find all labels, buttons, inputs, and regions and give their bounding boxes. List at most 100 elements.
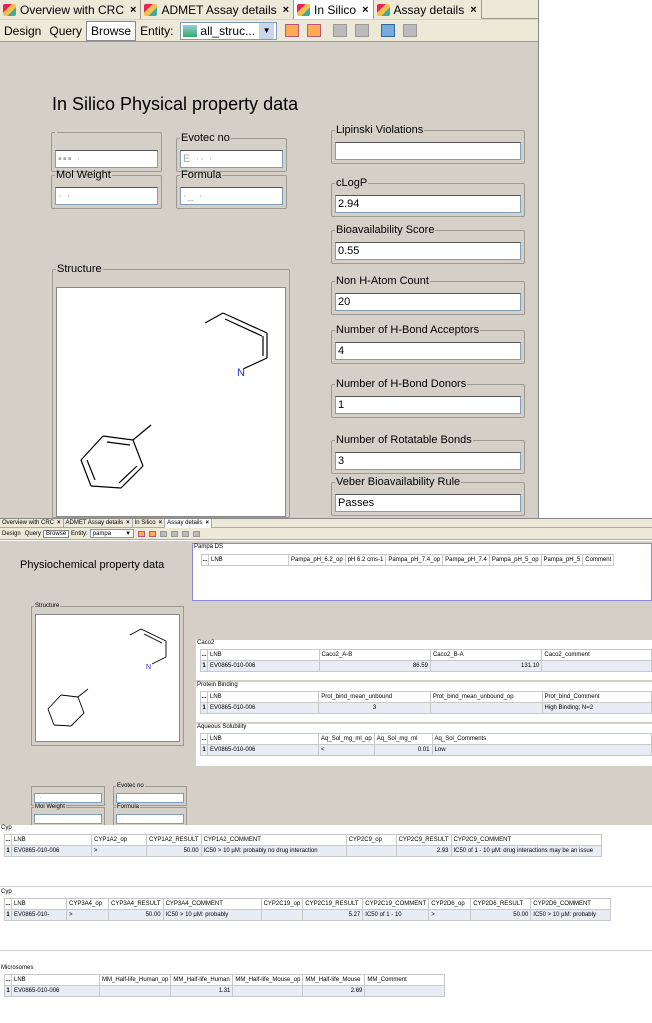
veber-field[interactable]: Passes xyxy=(335,494,521,512)
cell-lnb[interactable]: EV0865-010-006 xyxy=(206,660,320,672)
cell-lnb[interactable]: EV0865-010-006 xyxy=(206,744,320,756)
cell-cyp2c9-comment[interactable]: IC50 of 1 - 10 µM: drug interactions may… xyxy=(450,845,602,857)
col-cyp2d6-op[interactable]: CYP2D6_op xyxy=(428,898,472,910)
col-mm-mouse-op[interactable]: MM_Half-life_Mouse_op xyxy=(232,974,304,986)
col-caco2-comment[interactable]: Caco2_comment xyxy=(541,649,652,661)
col-caco2-ba[interactable]: Caco2_B-A xyxy=(429,649,543,661)
col-mm-mouse[interactable]: MM_Half-life_Mouse xyxy=(302,974,366,986)
grid-red-icon[interactable] xyxy=(307,24,322,37)
cyp-grid-2[interactable]: ... LNB CYP3A4_op CYP3A4_RESULT CYP3A4_COMME… xyxy=(4,898,612,921)
cell-mm-human[interactable]: 1.31 xyxy=(170,985,234,997)
browse-button[interactable]: Browse xyxy=(43,529,70,538)
query-button[interactable]: Query xyxy=(23,531,43,537)
col-lnb[interactable]: LNB xyxy=(206,691,320,703)
col-mm-human-op[interactable]: MM_Half-life_Human_op xyxy=(98,974,172,986)
bioavailability-field[interactable]: 0.55 xyxy=(335,242,521,260)
find-icon[interactable] xyxy=(171,530,179,537)
cell-mm-mouse-op[interactable] xyxy=(232,985,304,997)
close-icon[interactable]: × xyxy=(57,520,61,526)
col-aq-value[interactable]: Aq_Sol_mg_ml xyxy=(373,733,433,745)
cell-cyp1a2-comment[interactable]: IC50 > 10 µM: probably no drug interacti… xyxy=(200,845,347,857)
pampa-grid[interactable]: ... LNB Pampa_pH_6.2_op pH 6.2 cms-1 Pam… xyxy=(201,554,615,566)
molweight-field[interactable]: · xyxy=(34,814,102,824)
query-button[interactable]: Query xyxy=(45,21,86,41)
close-icon[interactable]: × xyxy=(362,4,368,16)
protein-binding-grid[interactable]: ... LNB Prot_bind_mean_unbound Prot_bind_me… xyxy=(200,691,652,714)
col-cyp2c9-comment[interactable]: CYP2C9_COMMENT xyxy=(450,834,602,846)
tab-in-silico[interactable]: In Silico × xyxy=(294,0,374,19)
cell-cyp2c9-op[interactable] xyxy=(345,845,397,857)
cell-lnb[interactable]: EV0865-010- xyxy=(11,909,67,921)
col-prot-unbound-op[interactable]: Prot_bind_mean_unbound_op xyxy=(429,691,543,703)
table-row[interactable]: 1 EV0865-010-006 3 High Binding; N=2 xyxy=(200,702,652,714)
col-lnb[interactable]: LNB xyxy=(11,834,92,846)
molweight-field[interactable]: · · xyxy=(55,187,158,205)
col-cyp3a4-comment[interactable]: CYP3A4_COMMENT xyxy=(162,898,262,910)
lnb-field[interactable]: · · xyxy=(34,793,102,803)
tab-assay-details[interactable]: Assay details × xyxy=(373,0,482,19)
cell-cyp1a2-result[interactable]: 50.00 xyxy=(146,845,202,857)
design-button[interactable]: Design xyxy=(0,531,23,537)
col-comment[interactable]: Comment xyxy=(582,554,615,566)
col-prot-unbound[interactable]: Prot_bind_mean_unbound xyxy=(318,691,431,703)
cell-aq-op[interactable]: < xyxy=(318,744,375,756)
cell-mm-human-op[interactable] xyxy=(98,985,172,997)
col-cyp1a2-comment[interactable]: CYP1A2_COMMENT xyxy=(200,834,347,846)
cell-mm-comment[interactable] xyxy=(364,985,446,997)
caco2-grid[interactable]: ... LNB Caco2_A-B Caco2_B-A Caco2_comment 1E… xyxy=(200,649,652,672)
hbond-donors-field[interactable]: 1 xyxy=(335,396,521,414)
table-row[interactable]: 1 EV0865-010-006 <0.01 Low xyxy=(200,744,652,756)
grid-icon[interactable] xyxy=(138,530,146,537)
tab-in-silico[interactable]: In Silico × xyxy=(133,518,166,528)
evotec-field[interactable]: E ·· · xyxy=(180,150,283,168)
cell-cyp3a4-result[interactable]: 50.00 xyxy=(108,909,164,921)
cell-caco2-ab[interactable]: 86.59 xyxy=(318,660,431,672)
col-ph62[interactable]: pH 6.2 cms-1 xyxy=(344,554,387,566)
lnb-field[interactable]: ▪▪▪ · xyxy=(55,150,158,168)
cell-cyp2c19-comment[interactable]: IC50 of 1 - 10 xyxy=(362,909,430,921)
cell-cyp2c19-result[interactable]: 5.27 xyxy=(302,909,364,921)
entity-select[interactable]: pampa ▼ xyxy=(89,529,135,538)
nonh-atom-field[interactable]: 20 xyxy=(335,293,521,311)
edit-icon[interactable] xyxy=(403,24,418,37)
col-pampa-74[interactable]: Pampa_pH_7.4 xyxy=(442,554,490,566)
structure-viewer[interactable]: N xyxy=(56,287,286,517)
entity-select[interactable]: all_struc... ▼ xyxy=(180,21,278,40)
cell-caco2-ba[interactable]: 131.10 xyxy=(429,660,543,672)
table-row[interactable]: 1 EV0865-010- >50.00 IC50 > 10 µM: probably… xyxy=(4,909,612,921)
cyp-grid-1[interactable]: ... LNB CYP1A2_op CYP1A2_RESULT CYP1A2_COMME… xyxy=(4,834,602,857)
cell-lnb[interactable]: EV0865-010-006 xyxy=(11,845,92,857)
table-row[interactable]: 1 EV0865-010-006 86.59 131.10 xyxy=(200,660,652,672)
col-cyp2c19-comment[interactable]: CYP2C19_COMMENT xyxy=(362,898,430,910)
refresh-icon[interactable] xyxy=(333,24,348,37)
tab-overview[interactable]: Overview with CRC × xyxy=(0,518,64,528)
cell-aq-comments[interactable]: Low xyxy=(431,744,652,756)
formula-field[interactable]: ·_ · xyxy=(180,187,283,205)
close-icon[interactable]: × xyxy=(159,520,163,526)
grid-icon[interactable] xyxy=(285,24,300,37)
cell-cyp3a4-op[interactable]: > xyxy=(66,909,109,921)
cell-cyp2c9-result[interactable]: 2.93 xyxy=(395,845,452,857)
col-pampa-5[interactable]: Pampa_pH_5 xyxy=(540,554,584,566)
col-lnb[interactable]: LNB xyxy=(206,733,320,745)
cell-prot-unbound[interactable]: 3 xyxy=(318,702,431,714)
cell-prot-comment[interactable]: High Binding; N=2 xyxy=(541,702,652,714)
col-cyp2d6-result[interactable]: CYP2D6_RESULT xyxy=(470,898,532,910)
col-cyp3a4-result[interactable]: CYP3A4_RESULT xyxy=(108,898,164,910)
find-icon[interactable] xyxy=(355,24,370,37)
cell-cyp3a4-comment[interactable]: IC50 > 10 µM: probably xyxy=(162,909,262,921)
col-lnb[interactable]: LNB xyxy=(11,974,100,986)
structure-viewer[interactable]: N xyxy=(35,614,180,742)
close-icon[interactable]: × xyxy=(126,520,130,526)
refresh-icon[interactable] xyxy=(160,530,168,537)
cell-caco2-comment[interactable] xyxy=(541,660,652,672)
cell-cyp2c19-op[interactable] xyxy=(260,909,304,921)
cell-prot-unbound-op[interactable] xyxy=(429,702,543,714)
col-caco2-ab[interactable]: Caco2_A-B xyxy=(318,649,431,661)
col-lnb[interactable]: LNB xyxy=(208,554,289,566)
col-lnb[interactable]: LNB xyxy=(206,649,320,661)
cell-cyp2d6-comment[interactable]: IC50 > 10 µM: probably xyxy=(530,909,612,921)
chevron-down-icon[interactable]: ▼ xyxy=(259,22,275,39)
col-cyp1a2-result[interactable]: CYP1A2_RESULT xyxy=(146,834,202,846)
col-prot-comment[interactable]: Prot_bind_Comment xyxy=(541,691,652,703)
